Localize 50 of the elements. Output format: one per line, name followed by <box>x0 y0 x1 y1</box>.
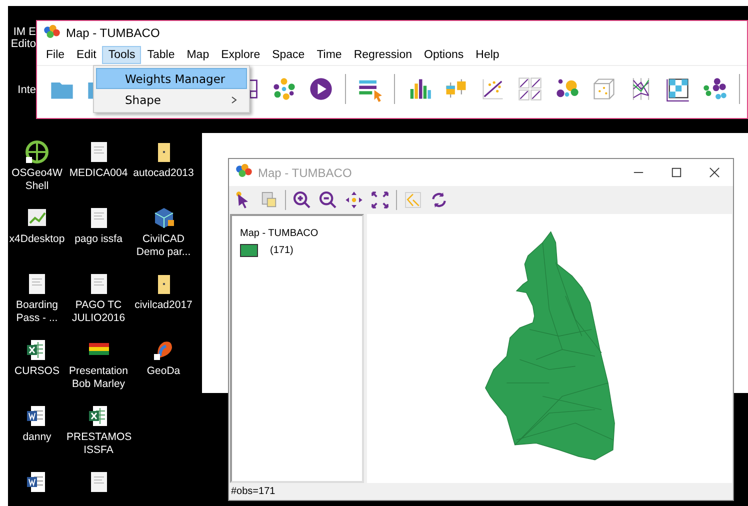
menu-item[interactable]: Help <box>470 46 506 64</box>
maximize-icon[interactable] <box>670 167 682 178</box>
menu-item[interactable]: Space <box>266 46 311 64</box>
status-text: #obs=171 <box>230 485 276 499</box>
icon-label: GeoDa <box>146 365 180 378</box>
menu-item[interactable]: Edit <box>70 46 102 64</box>
menu-item[interactable]: Weights Manager <box>96 68 247 89</box>
icon-label: pago issfa <box>74 233 122 246</box>
cluster-dots-icon[interactable] <box>702 76 728 102</box>
icon-label: x4Ddesktop <box>9 233 65 246</box>
icon-label: CivilCAD Demo par... <box>135 233 192 259</box>
icon-label: danny <box>22 431 52 444</box>
menu-item[interactable]: Map <box>180 46 216 64</box>
app-logo-icon <box>235 163 253 177</box>
play-icon[interactable] <box>308 76 334 102</box>
pan-icon[interactable] <box>344 190 364 210</box>
icon-label: Edito <box>10 38 36 50</box>
menu-item[interactable]: Options <box>418 46 470 64</box>
window-title: Map - TUMBACO <box>66 26 160 40</box>
zoom-out-icon[interactable] <box>318 190 338 210</box>
globe-icon[interactable] <box>25 140 49 164</box>
refresh-icon[interactable] <box>429 190 449 210</box>
menu-item[interactable]: Explore <box>215 46 266 64</box>
icon-label: Boarding Pass - ... <box>14 299 60 325</box>
menu-item[interactable]: File <box>40 46 71 64</box>
icon-label: autocad2013 <box>133 167 194 180</box>
icon-label: CURSOS <box>14 365 60 378</box>
icon-label: civilcad2017 <box>134 299 192 312</box>
menu-item[interactable]: Table <box>141 46 181 64</box>
legend-label: (171) <box>270 245 294 256</box>
icon-label: Inte <box>18 84 36 96</box>
icon-label: PRESTAMOS ISSFA <box>66 431 130 457</box>
app-logo-icon <box>43 24 61 38</box>
menu-item[interactable]: Tools <box>102 46 142 64</box>
zoom-in-icon[interactable] <box>292 190 312 210</box>
icon-label: PAGO TC JULIO2016 <box>70 299 126 325</box>
icon-label: MEDICA004 <box>69 167 128 180</box>
menu-item[interactable]: Regression <box>348 46 418 64</box>
icon-label: IM E <box>13 26 36 38</box>
window-title: Map - TUMBACO <box>258 166 353 180</box>
menu-item[interactable]: Shape <box>96 89 247 110</box>
grid-map-icon[interactable] <box>665 76 691 102</box>
close-icon[interactable] <box>708 167 720 178</box>
fit-extent-icon[interactable] <box>370 190 390 210</box>
dots-icon[interactable] <box>271 76 297 102</box>
menu-item[interactable]: Time <box>310 46 348 64</box>
icon-label: OSGeo4W Shell <box>10 167 64 193</box>
icon-label: Presentation Bob Marley <box>68 365 129 391</box>
scatter-matrix-icon[interactable] <box>517 76 543 102</box>
legend-title: Map - TUMBACO <box>240 228 320 239</box>
